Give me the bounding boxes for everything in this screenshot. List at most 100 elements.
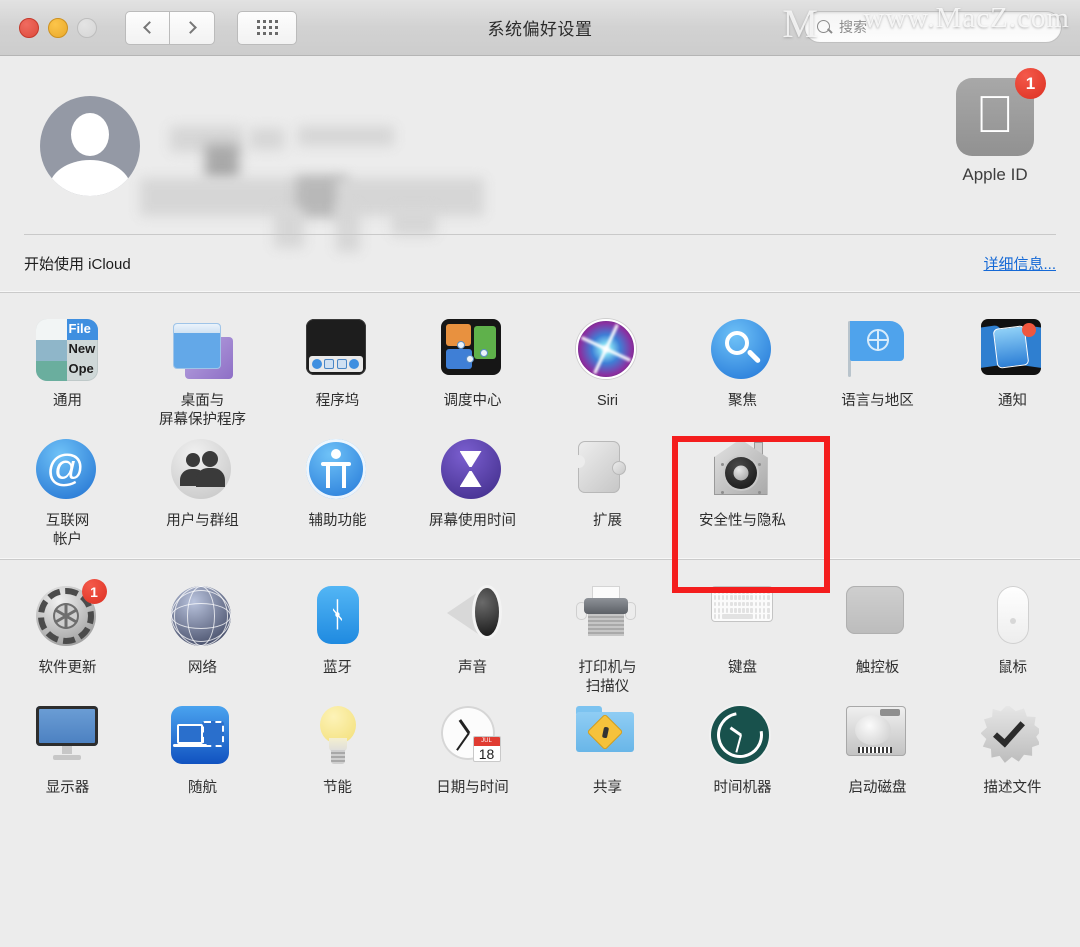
system-preferences-window: 系统偏好设置 搜索 M www.MacZ.com 1 Apple ID 开始使用… bbox=[0, 0, 1080, 947]
pref-sidecar[interactable]: 随航 bbox=[135, 698, 270, 818]
pref-label: 通用 bbox=[53, 393, 82, 409]
pref-spotlight[interactable]: 聚焦 bbox=[675, 311, 810, 431]
pref-label: 网络 bbox=[188, 660, 217, 676]
pref-label: 屏幕使用时间 bbox=[429, 513, 516, 529]
pref-label: 互联网 帐户 bbox=[45, 513, 90, 548]
pref-users-groups[interactable]: 用户与群组 bbox=[135, 431, 270, 551]
icloud-row: 开始使用 iCloud 详细信息... bbox=[24, 234, 1056, 292]
pref-label: Siri bbox=[597, 393, 618, 409]
pref-label: 日期与时间 bbox=[436, 780, 509, 796]
pref-label: 桌面与 屏幕保护程序 bbox=[159, 393, 246, 428]
mouse-icon bbox=[981, 586, 1045, 650]
pref-sharing[interactable]: 共享 bbox=[540, 698, 675, 818]
pref-date-time[interactable]: JUL 18 日期与时间 bbox=[405, 698, 540, 818]
pref-sound[interactable]: 声音 bbox=[405, 578, 540, 698]
pref-software-update[interactable]: 1 软件更新 bbox=[0, 578, 135, 698]
avatar[interactable] bbox=[40, 96, 140, 196]
time-machine-icon bbox=[707, 702, 775, 770]
pref-label: 声音 bbox=[458, 660, 487, 676]
bluetooth-icon: ᛀ bbox=[306, 586, 370, 650]
apple-id-label: Apple ID bbox=[962, 165, 1028, 184]
pref-trackpad[interactable]: 触控板 bbox=[810, 578, 945, 698]
printers-scanners-icon bbox=[575, 586, 640, 650]
pref-notifications[interactable]: 通知 bbox=[945, 311, 1080, 431]
chevron-right-icon bbox=[184, 21, 197, 34]
pref-internet-accounts[interactable]: @ 互联网 帐户 bbox=[0, 431, 135, 551]
window-titlebar: 系统偏好设置 搜索 M www.MacZ.com bbox=[0, 0, 1080, 56]
pref-label: 语言与地区 bbox=[841, 393, 914, 409]
icon-grid-hardware: 1 软件更新 网络 ᛀ 蓝牙 声音 打印机与 扫描仪 键盘 触控板 鼠标 显示器… bbox=[0, 578, 1080, 818]
siri-icon bbox=[575, 319, 640, 383]
pref-label: 蓝牙 bbox=[323, 660, 352, 676]
traffic-lights bbox=[19, 17, 97, 38]
preferences-section-hardware: 1 软件更新 网络 ᛀ 蓝牙 声音 打印机与 扫描仪 键盘 触控板 鼠标 显示器… bbox=[0, 559, 1080, 826]
profiles-icon bbox=[980, 706, 1045, 770]
pref-extensions[interactable]: 扩展 bbox=[540, 431, 675, 551]
icloud-details-link[interactable]: 详细信息... bbox=[983, 253, 1056, 274]
pref-label: 随航 bbox=[188, 780, 217, 796]
apple-logo-icon:  bbox=[976, 89, 1015, 141]
icloud-text: 开始使用 iCloud bbox=[24, 256, 131, 273]
pref-label: 描述文件 bbox=[983, 780, 1042, 796]
avatar-body bbox=[49, 160, 131, 196]
language-region-icon bbox=[846, 319, 910, 383]
pref-dock[interactable]: 程序坞 bbox=[270, 311, 405, 431]
back-button[interactable] bbox=[125, 10, 170, 45]
pref-desktop-screensaver[interactable]: 桌面与 屏幕保护程序 bbox=[135, 311, 270, 431]
pref-network[interactable]: 网络 bbox=[135, 578, 270, 698]
pref-general[interactable]: File New Ope 通用 bbox=[0, 311, 135, 431]
sharing-icon bbox=[575, 706, 640, 770]
pref-language-region[interactable]: 语言与地区 bbox=[810, 311, 945, 431]
forward-button[interactable] bbox=[170, 10, 215, 45]
pref-label: 键盘 bbox=[728, 660, 757, 676]
desktop-screensaver-icon bbox=[171, 319, 235, 383]
software-update-badge: 1 bbox=[81, 579, 107, 604]
pref-displays[interactable]: 显示器 bbox=[0, 698, 135, 818]
minimize-button[interactable] bbox=[48, 17, 68, 38]
pref-printers-scanners[interactable]: 打印机与 扫描仪 bbox=[540, 578, 675, 698]
internet-accounts-icon: @ bbox=[35, 439, 100, 503]
pref-keyboard[interactable]: 键盘 bbox=[675, 578, 810, 698]
pref-time-machine[interactable]: 时间机器 bbox=[675, 698, 810, 818]
apple-id-badge: 1 bbox=[1015, 68, 1046, 99]
apple-id-icon:  1 bbox=[956, 68, 1046, 156]
pref-bluetooth[interactable]: ᛀ 蓝牙 bbox=[270, 578, 405, 698]
pref-siri[interactable]: Siri bbox=[540, 311, 675, 431]
pref-label: 节能 bbox=[323, 780, 352, 796]
preferences-section-personal: File New Ope 通用 桌面与 屏幕保护程序 程序坞 调度中心 Siri… bbox=[0, 292, 1080, 559]
search-input[interactable]: 搜索 bbox=[804, 11, 1062, 43]
displays-icon bbox=[35, 706, 100, 770]
screen-time-icon bbox=[440, 439, 505, 503]
pref-mouse[interactable]: 鼠标 bbox=[945, 578, 1080, 698]
pref-label: 共享 bbox=[593, 780, 622, 796]
pref-label: 鼠标 bbox=[998, 660, 1027, 676]
search-icon bbox=[817, 19, 832, 35]
apple-id-pane[interactable]:  1 Apple ID bbox=[932, 68, 1058, 185]
pref-label: 程序坞 bbox=[315, 393, 360, 409]
network-icon bbox=[170, 586, 235, 650]
icon-grid-personal: File New Ope 通用 桌面与 屏幕保护程序 程序坞 调度中心 Siri… bbox=[0, 311, 1080, 551]
spotlight-icon bbox=[710, 319, 775, 383]
pref-label: 时间机器 bbox=[713, 780, 772, 796]
account-name-redacted bbox=[140, 126, 484, 252]
pref-label: 调度中心 bbox=[443, 393, 502, 409]
pref-startup-disk[interactable]: 启动磁盘 bbox=[810, 698, 945, 818]
pref-accessibility[interactable]: 辅助功能 bbox=[270, 431, 405, 551]
pref-energy-saver[interactable]: 节能 bbox=[270, 698, 405, 818]
pref-screen-time[interactable]: 屏幕使用时间 bbox=[405, 431, 540, 551]
trackpad-icon bbox=[845, 586, 910, 650]
mission-control-icon bbox=[440, 319, 505, 383]
grid-icon bbox=[256, 20, 278, 35]
close-button[interactable] bbox=[19, 17, 39, 38]
show-all-button[interactable] bbox=[237, 10, 297, 45]
pref-mission-control[interactable]: 调度中心 bbox=[405, 311, 540, 431]
security-privacy-icon bbox=[711, 439, 775, 503]
pref-label: 聚焦 bbox=[728, 393, 757, 409]
pref-profiles[interactable]: 描述文件 bbox=[945, 698, 1080, 818]
notifications-icon bbox=[980, 319, 1045, 383]
zoom-button bbox=[77, 17, 97, 38]
extensions-icon bbox=[571, 439, 640, 503]
pref-security-privacy[interactable]: 安全性与隐私 bbox=[675, 431, 810, 551]
energy-saver-icon bbox=[306, 706, 370, 770]
sound-icon bbox=[441, 586, 505, 650]
